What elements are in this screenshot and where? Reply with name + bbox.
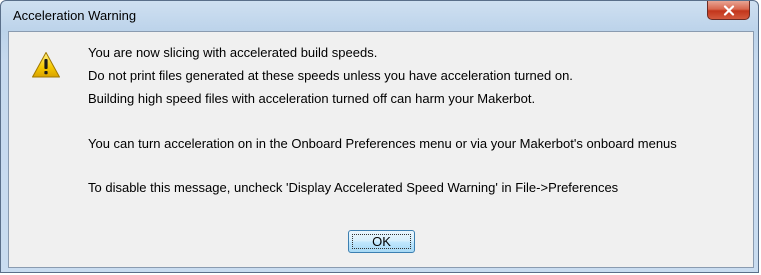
message-line-5: To disable this message, uncheck 'Displa… xyxy=(88,180,619,195)
ok-button[interactable]: OK xyxy=(348,230,415,253)
dialog-body: You are now slicing with accelerated bui… xyxy=(8,31,754,268)
warning-icon xyxy=(31,51,61,79)
acceleration-warning-dialog: Acceleration Warning You are now slicing… xyxy=(0,0,759,273)
close-icon xyxy=(723,4,735,16)
message-line-4: You can turn acceleration on in the Onbo… xyxy=(88,136,677,151)
close-button[interactable] xyxy=(707,1,750,20)
message-line-3: Building high speed files with accelerat… xyxy=(88,91,536,106)
window-title: Acceleration Warning xyxy=(13,8,137,23)
focus-rectangle xyxy=(352,234,411,249)
title-bar[interactable]: Acceleration Warning xyxy=(1,1,758,31)
message-line-1: You are now slicing with accelerated bui… xyxy=(88,45,378,60)
message-line-2: Do not print files generated at these sp… xyxy=(88,68,573,83)
